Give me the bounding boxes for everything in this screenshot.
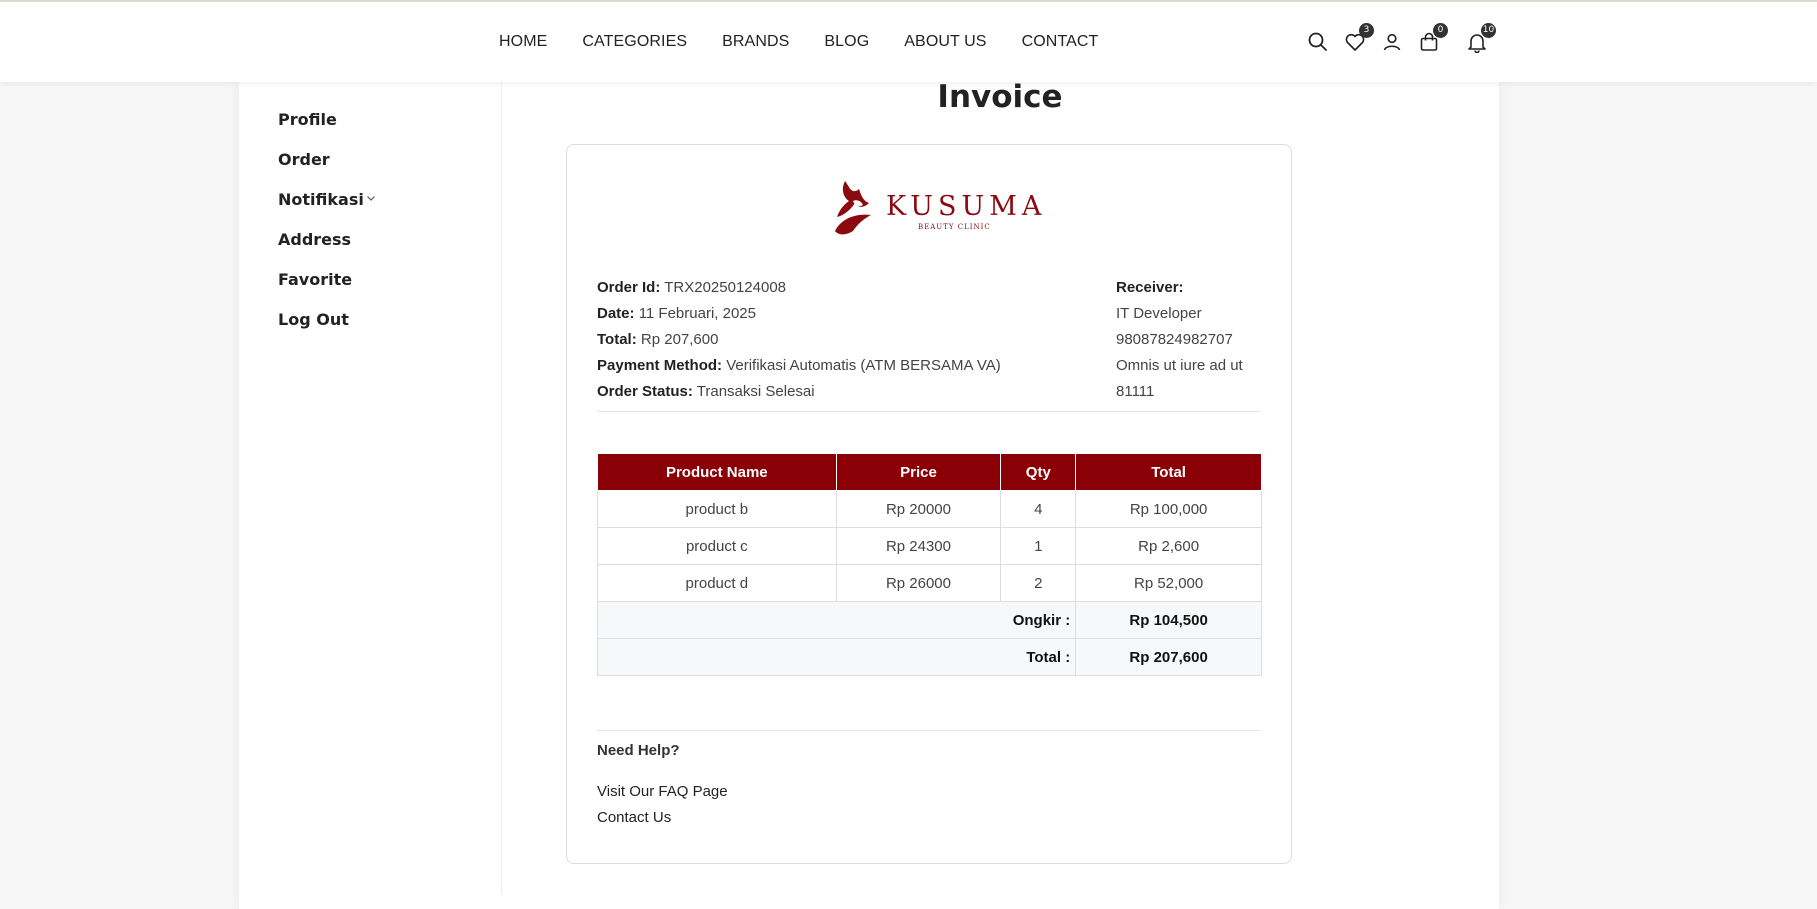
help-divider: [597, 730, 1261, 731]
sidebar-item-label: Notifikasi: [278, 190, 364, 209]
faq-link[interactable]: Visit Our FAQ Page: [597, 783, 728, 800]
sidebar-item-order[interactable]: Order: [278, 150, 330, 169]
table-row: product d Rp 26000 2 Rp 52,000: [597, 564, 1262, 602]
account-sidebar: Profile Order Notifikasi Address Favorit…: [239, 82, 502, 894]
order-status-label: Order Status:: [597, 383, 693, 400]
column-header-qty: Qty: [1000, 453, 1077, 491]
cell-qty: 1: [1000, 527, 1077, 565]
nav-about-us[interactable]: ABOUT US: [904, 33, 986, 51]
order-date-row: Date: 11 Februari, 2025: [597, 301, 1001, 327]
nav-contact[interactable]: CONTACT: [1022, 33, 1099, 51]
cell-product-name: product b: [597, 490, 837, 528]
order-id-label: Order Id:: [597, 279, 661, 296]
nav-brands[interactable]: BRANDS: [722, 33, 789, 51]
site-header: HOME CATEGORIES BRANDS BLOG ABOUT US CON…: [0, 2, 1817, 82]
cell-total: Rp 100,000: [1075, 490, 1262, 528]
contact-us-link[interactable]: Contact Us: [597, 809, 671, 826]
order-items-table: Product Name Price Qty Total product b R…: [596, 453, 1262, 676]
column-header-price: Price: [835, 453, 1002, 491]
brand-name: KUSUMA: [886, 191, 1047, 222]
table-row: product c Rp 24300 1 Rp 2,600: [597, 527, 1262, 565]
order-date-value: 11 Februari, 2025: [638, 305, 756, 322]
invoice-card: KUSUMA BEAUTY CLINIC Order Id: TRX202501…: [566, 144, 1292, 864]
notification-count-badge: 10: [1481, 23, 1496, 38]
cell-price: Rp 20000: [835, 490, 1002, 528]
cell-product-name: product c: [597, 527, 837, 565]
sidebar-item-logout[interactable]: Log Out: [278, 310, 349, 329]
receiver-details: Receiver: IT Developer 98087824982707 Om…: [1116, 275, 1243, 405]
order-id-value: TRX20250124008: [664, 279, 787, 296]
table-row: product b Rp 20000 4 Rp 100,000: [597, 490, 1262, 528]
receiver-label: Receiver:: [1116, 279, 1184, 296]
column-header-product-name: Product Name: [597, 453, 837, 491]
brand-face-icon: [835, 181, 871, 235]
nav-home[interactable]: HOME: [499, 33, 547, 51]
chevron-down-icon: [367, 196, 375, 201]
cell-product-name: product d: [597, 564, 837, 602]
payment-method-label: Payment Method:: [597, 357, 723, 374]
wishlist-count-badge: 3: [1359, 23, 1374, 38]
sidebar-item-address[interactable]: Address: [278, 230, 351, 249]
ongkir-row: Ongkir : Rp 104,500: [596, 601, 1262, 639]
ongkir-label: Ongkir :: [596, 601, 1077, 639]
cell-total: Rp 52,000: [1075, 564, 1262, 602]
cart-count-badge: 0: [1433, 23, 1448, 38]
order-id-row: Order Id: TRX20250124008: [597, 275, 1001, 301]
order-status-row: Order Status: Transaksi Selesai: [597, 379, 1001, 405]
wishlist-icon[interactable]: 3: [1344, 23, 1374, 53]
column-header-total: Total: [1075, 453, 1262, 491]
brand-logo: KUSUMA BEAUTY CLINIC: [831, 179, 1041, 239]
grand-total-value: Rp 207,600: [1075, 638, 1262, 676]
cell-qty: 4: [1000, 490, 1077, 528]
table-header-row: Product Name Price Qty Total: [597, 453, 1262, 491]
grand-total-row: Total : Rp 207,600: [596, 638, 1262, 676]
account-container: Profile Order Notifikasi Address Favorit…: [239, 82, 1499, 909]
cell-total: Rp 2,600: [1075, 527, 1262, 565]
nav-categories[interactable]: CATEGORIES: [582, 33, 687, 51]
need-help-heading: Need Help?: [597, 742, 680, 759]
sidebar-item-favorite[interactable]: Favorite: [278, 270, 352, 289]
sidebar-item-notifikasi[interactable]: Notifikasi: [278, 190, 375, 209]
order-date-label: Date:: [597, 305, 635, 322]
user-icon[interactable]: [1381, 31, 1403, 53]
details-divider: [597, 411, 1261, 412]
header-icons: 3 0 10: [1300, 2, 1500, 82]
cart-icon[interactable]: 0: [1418, 23, 1448, 53]
nav-blog[interactable]: BLOG: [824, 33, 869, 51]
ongkir-value: Rp 104,500: [1075, 601, 1262, 639]
cell-price: Rp 24300: [835, 527, 1002, 565]
sidebar-item-profile[interactable]: Profile: [278, 110, 337, 129]
cell-price: Rp 26000: [835, 564, 1002, 602]
order-status-value: Transaksi Selesai: [696, 383, 815, 400]
order-total-value: Rp 207,600: [640, 331, 719, 348]
cell-qty: 2: [1000, 564, 1077, 602]
main-nav: HOME CATEGORIES BRANDS BLOG ABOUT US CON…: [499, 2, 1133, 82]
notification-bell-icon[interactable]: 10: [1466, 23, 1496, 54]
grand-total-label: Total :: [596, 638, 1077, 676]
payment-method-row: Payment Method: Verifikasi Automatis (AT…: [597, 353, 1001, 379]
brand-tagline: BEAUTY CLINIC: [918, 223, 991, 231]
payment-method-value: Verifikasi Automatis (ATM BERSAMA VA): [726, 357, 1001, 374]
search-icon[interactable]: [1307, 31, 1329, 53]
receiver-name: IT Developer: [1116, 305, 1202, 322]
receiver-phone: 98087824982707: [1116, 331, 1233, 348]
page-title: Invoice: [937, 79, 1063, 115]
order-total-label: Total:: [597, 331, 637, 348]
order-details: Order Id: TRX20250124008 Date: 11 Februa…: [597, 275, 1001, 405]
receiver-address: Omnis ut iure ad ut: [1116, 357, 1243, 374]
receiver-postal-code: 81111: [1116, 383, 1155, 400]
order-total-row: Total: Rp 207,600: [597, 327, 1001, 353]
